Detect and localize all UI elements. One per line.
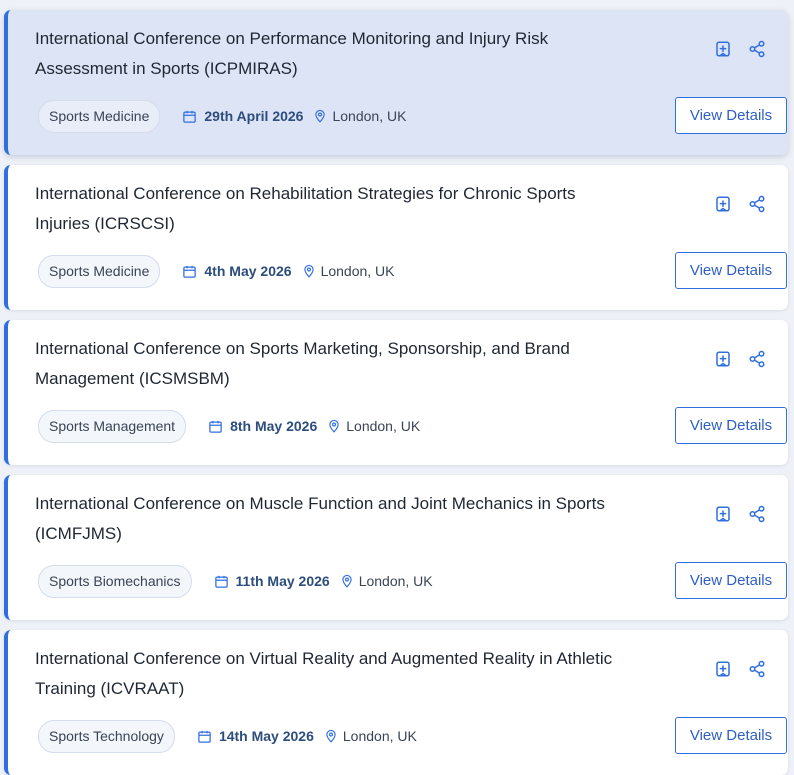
bookmark-add-icon[interactable] [714,350,732,368]
view-details-button[interactable]: View Details [675,252,787,289]
location-text: London, UK [346,418,421,434]
share-icon[interactable] [748,40,766,58]
share-icon[interactable] [748,350,766,368]
conference-title-line-2[interactable]: Assessment in Sports (ICPMIRAS) [35,59,298,78]
conference-list: International Conference on Performance … [0,0,794,775]
conference-title-line-2[interactable]: (ICMFJMS) [35,524,122,543]
view-details-button[interactable]: View Details [675,407,787,444]
conference-meta: Sports Medicine 4th May 2026 London, UK [38,254,395,288]
calendar-icon [214,575,228,588]
share-icon[interactable] [748,660,766,678]
conference-date: 11th May 2026 [214,573,330,589]
conference-title-line-2[interactable]: Management (ICSMSBM) [35,369,230,388]
date-text: 8th May 2026 [230,418,318,434]
date-text: 14th May 2026 [218,728,314,744]
bookmark-add-icon[interactable] [714,505,732,523]
conference-card: International Conference on Rehabilitati… [4,165,788,310]
location-text: London, UK [342,728,417,744]
conference-title-line-1[interactable]: International Conference on Rehabilitati… [35,184,576,203]
bookmark-add-icon[interactable] [714,660,732,678]
conference-meta: Sports Biomechanics 11th May 2026 London… [38,564,433,598]
conference-title-line-2[interactable]: Injuries (ICRSCSI) [35,214,175,233]
location-pin-icon [326,729,336,743]
location-pin-icon [303,264,314,278]
conference-title-line-1[interactable]: International Conference on Performance … [35,29,548,48]
category-tag[interactable]: Sports Management [38,409,187,443]
location-text: London, UK [320,263,395,279]
conference-card: International Conference on Sports Marke… [4,320,788,465]
conference-card: International Conference on Virtual Real… [4,630,788,775]
conference-title[interactable]: International Conference on Rehabilitati… [35,179,635,239]
conference-location: London, UK [302,263,395,279]
conference-title[interactable]: International Conference on Virtual Real… [35,644,635,704]
conference-title-line-1[interactable]: International Conference on Sports Marke… [35,339,570,358]
calendar-icon [198,730,211,743]
conference-title-line-1[interactable]: International Conference on Virtual Real… [35,649,612,668]
conference-date: 14th May 2026 [197,728,314,744]
conference-title-line-2[interactable]: Training (ICVRAAT) [35,679,184,698]
location-pin-icon [315,109,326,123]
conference-card: International Conference on Muscle Funct… [4,475,788,620]
location-text: London, UK [332,108,407,124]
share-icon[interactable] [748,505,766,523]
conference-title[interactable]: International Conference on Performance … [35,24,635,84]
view-details-button[interactable]: View Details [675,562,787,599]
calendar-icon [183,265,197,278]
calendar-icon [209,420,222,433]
location-pin-icon [329,419,339,433]
category-tag[interactable]: Sports Medicine [38,254,161,288]
conference-location: London, UK [324,728,417,744]
category-tag[interactable]: Sports Biomechanics [38,564,192,598]
conference-meta: Sports Management 8th May 2026 London, U… [38,409,420,443]
date-text: 11th May 2026 [235,573,330,589]
view-details-button[interactable]: View Details [675,717,787,754]
date-text: 4th May 2026 [204,263,292,279]
conference-location: London, UK [340,573,433,589]
card-actions [714,40,766,58]
calendar-icon [183,110,197,123]
conference-card: International Conference on Performance … [4,10,788,155]
card-actions [714,195,766,213]
conference-date: 8th May 2026 [208,418,317,434]
date-text: 29th April 2026 [204,108,304,124]
category-tag[interactable]: Sports Technology [38,719,175,753]
conference-date: 29th April 2026 [182,108,303,124]
conference-title[interactable]: International Conference on Muscle Funct… [35,489,635,549]
conference-location: London, UK [313,108,406,124]
bookmark-add-icon[interactable] [714,195,732,213]
bookmark-add-icon[interactable] [714,40,732,58]
conference-meta: Sports Technology 14th May 2026 London, … [38,719,417,753]
card-actions [714,505,766,523]
category-tag[interactable]: Sports Medicine [38,99,161,133]
conference-title[interactable]: International Conference on Sports Marke… [35,334,635,394]
conference-date: 4th May 2026 [182,263,292,279]
conference-location: London, UK [327,418,420,434]
card-actions [714,350,766,368]
location-pin-icon [342,574,352,588]
conference-meta: Sports Medicine 29th April 2026 London, … [38,99,406,133]
card-actions [714,660,766,678]
conference-title-line-1[interactable]: International Conference on Muscle Funct… [35,494,605,513]
view-details-button[interactable]: View Details [675,97,787,134]
share-icon[interactable] [748,195,766,213]
location-text: London, UK [358,573,433,589]
